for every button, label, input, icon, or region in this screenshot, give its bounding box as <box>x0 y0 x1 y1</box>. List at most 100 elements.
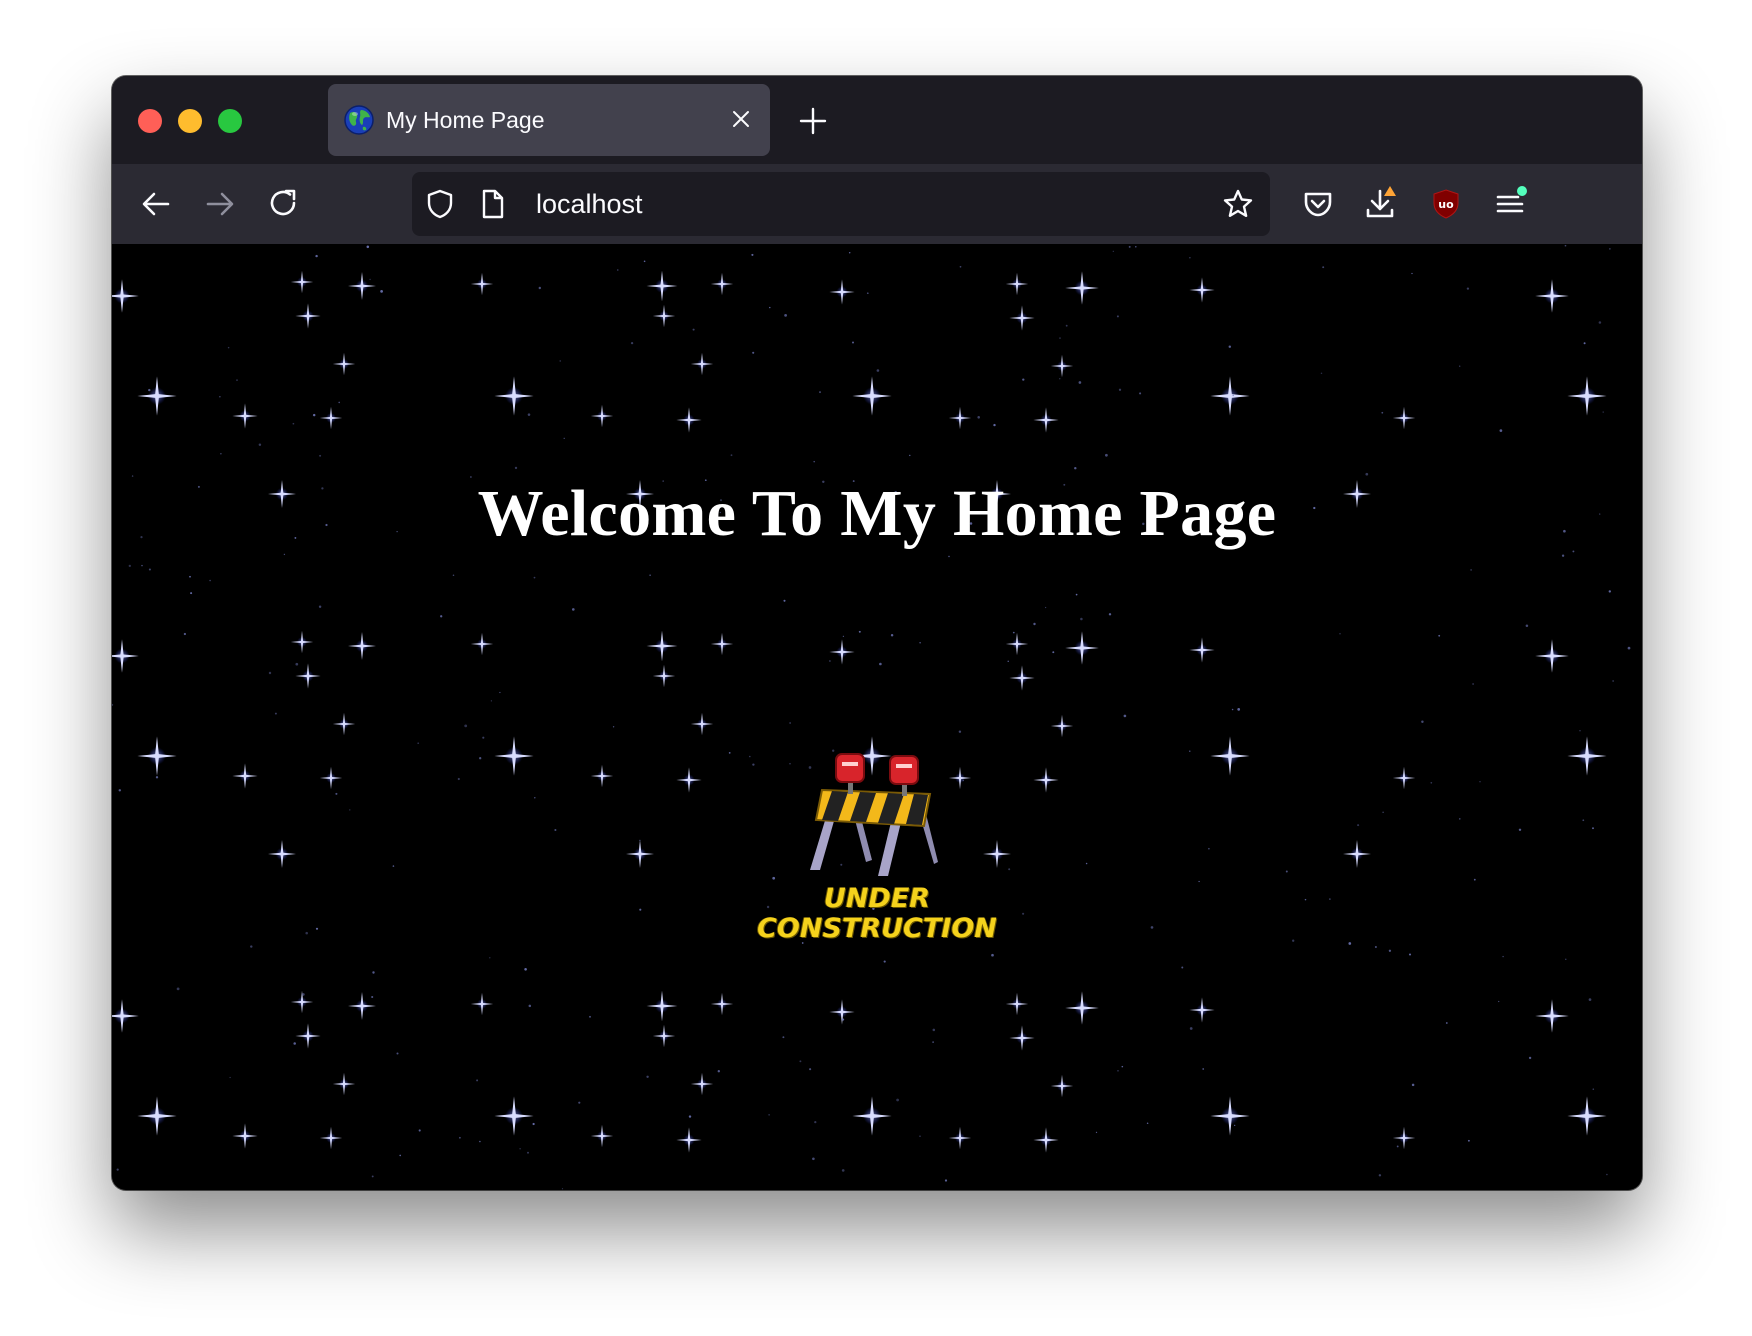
star-dust <box>527 413 531 416</box>
star <box>829 639 855 665</box>
star <box>112 279 139 313</box>
star-dust <box>563 437 565 439</box>
star <box>829 279 855 305</box>
address-bar[interactable]: localhost <box>412 172 1270 236</box>
new-tab-plus-icon[interactable] <box>798 106 828 136</box>
star-dust <box>1378 1174 1382 1177</box>
star-dust <box>1411 272 1413 275</box>
star-dust <box>1357 824 1360 827</box>
star-dust <box>554 828 557 832</box>
star-dust <box>1588 998 1592 1001</box>
star-dust <box>730 454 733 457</box>
star-dust <box>717 1070 720 1073</box>
star-dust <box>919 642 921 644</box>
star <box>1189 997 1215 1023</box>
star-dust <box>229 1076 231 1079</box>
pocket-icon[interactable] <box>1300 186 1336 222</box>
star-dust <box>646 1075 649 1078</box>
star <box>948 406 972 430</box>
star-dust <box>538 286 542 290</box>
star-dust <box>534 797 536 799</box>
star-dust <box>227 346 230 349</box>
star-dust <box>1564 244 1567 247</box>
shield-icon[interactable] <box>424 188 456 220</box>
window-minimize-button[interactable] <box>178 109 202 133</box>
star-dust <box>1388 949 1392 952</box>
star <box>295 663 321 689</box>
url-text[interactable]: localhost <box>536 172 643 236</box>
window-close-button[interactable] <box>138 109 162 133</box>
star-dust <box>1459 365 1461 367</box>
window-maximize-button[interactable] <box>218 109 242 133</box>
star <box>470 272 494 296</box>
star <box>1535 279 1569 313</box>
star <box>690 712 714 736</box>
star-dust <box>319 454 322 457</box>
star <box>268 840 296 868</box>
star-dust <box>189 575 191 578</box>
reload-icon[interactable] <box>266 186 302 222</box>
star-dust <box>392 865 395 867</box>
download-icon[interactable] <box>1364 186 1400 222</box>
star-dust <box>1135 245 1137 248</box>
star <box>290 270 314 294</box>
star <box>676 407 702 433</box>
star-dust <box>236 379 238 381</box>
star-dust <box>369 278 371 281</box>
star <box>690 352 714 376</box>
star-dust <box>1339 633 1341 635</box>
star-dust <box>1108 613 1112 616</box>
star-dust <box>490 700 493 702</box>
star <box>494 1096 534 1136</box>
star <box>332 712 356 736</box>
ublock-icon[interactable]: uo <box>1428 186 1464 222</box>
back-icon[interactable] <box>138 186 174 222</box>
star-dust <box>1118 388 1122 391</box>
star-dust <box>977 416 980 419</box>
star <box>494 736 534 776</box>
star-dust <box>852 341 854 344</box>
star-dust <box>1085 862 1088 865</box>
star-dust <box>1438 634 1441 637</box>
star <box>676 1127 702 1153</box>
star-dust <box>559 360 561 362</box>
menu-icon[interactable] <box>1492 186 1528 222</box>
star-dust <box>1112 250 1114 252</box>
star <box>348 632 376 660</box>
star <box>232 1123 258 1149</box>
star <box>232 403 258 429</box>
star-dust <box>768 1114 770 1116</box>
star <box>829 999 855 1025</box>
star <box>710 272 734 296</box>
star-dust <box>118 789 122 792</box>
star-dust <box>305 931 308 935</box>
star-dust <box>514 466 518 470</box>
star-dust <box>335 792 338 795</box>
star <box>494 376 534 416</box>
bookmark-star-icon[interactable] <box>1222 188 1254 220</box>
star-dust <box>589 1015 591 1018</box>
tab-my-home-page[interactable]: My Home Page <box>328 84 770 156</box>
star-dust <box>220 453 222 455</box>
close-icon[interactable] <box>730 108 752 130</box>
star <box>590 1124 614 1148</box>
construction-text: CONSTRUCTION <box>757 913 997 944</box>
forward-icon[interactable] <box>202 186 238 222</box>
star-dust <box>1608 590 1611 593</box>
star-dust <box>1232 394 1234 397</box>
star <box>470 992 494 1016</box>
star <box>348 272 376 300</box>
star-dust <box>1498 1000 1500 1003</box>
star-dust <box>250 945 253 948</box>
star-dust <box>479 1140 481 1143</box>
star <box>1009 1025 1035 1051</box>
star-dust <box>617 269 619 271</box>
star-dust <box>533 576 536 579</box>
star-dust <box>728 752 731 754</box>
star-dust <box>783 599 786 602</box>
star <box>1065 991 1099 1025</box>
star-dust <box>1234 1124 1236 1127</box>
star-dust <box>1612 680 1614 682</box>
star-dust <box>612 726 615 728</box>
star-dust <box>1592 827 1594 830</box>
